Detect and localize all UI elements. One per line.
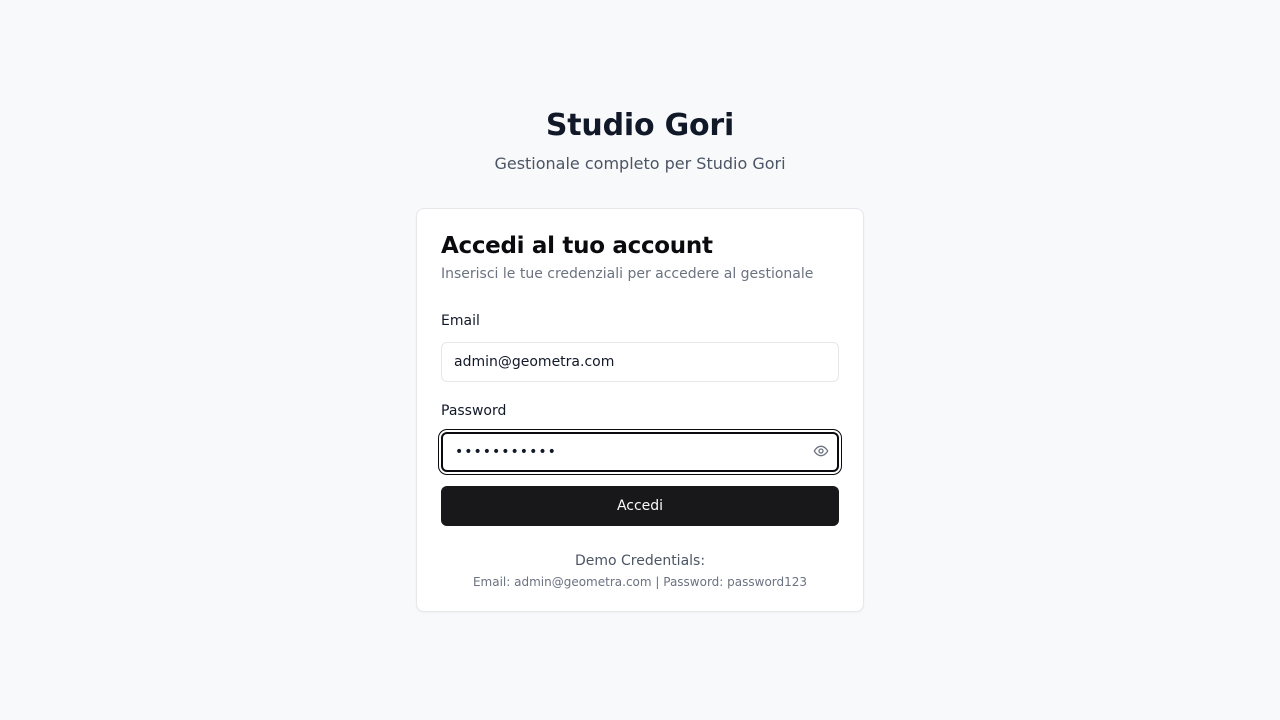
brand-header: Studio Gori Gestionale completo per Stud…: [0, 106, 1280, 174]
email-field[interactable]: [441, 342, 839, 382]
email-field-wrapper: [441, 342, 839, 382]
login-button[interactable]: Accedi: [441, 486, 839, 526]
app-title: Studio Gori: [545, 108, 735, 143]
show-password-button[interactable]: [813, 444, 829, 460]
email-label: Email: [441, 313, 480, 329]
demo-credentials-info: Email: admin@geometra.com | Password: pa…: [472, 575, 808, 589]
password-label: Password: [441, 403, 507, 419]
card-description: Inserisci le tue credenziali per acceder…: [441, 266, 814, 282]
card-title: Accedi al tuo account: [441, 233, 713, 259]
eye-icon: [813, 443, 829, 462]
login-card: Accedi al tuo account Inserisci le tue c…: [416, 208, 864, 612]
demo-credentials: Demo Credentials: Email: admin@geometra.…: [441, 552, 839, 590]
demo-credentials-title: Demo Credentials:: [574, 553, 706, 569]
password-field[interactable]: [441, 432, 839, 472]
password-field-wrapper: [441, 432, 839, 472]
app-subtitle: Gestionale completo per Studio Gori: [494, 154, 786, 173]
